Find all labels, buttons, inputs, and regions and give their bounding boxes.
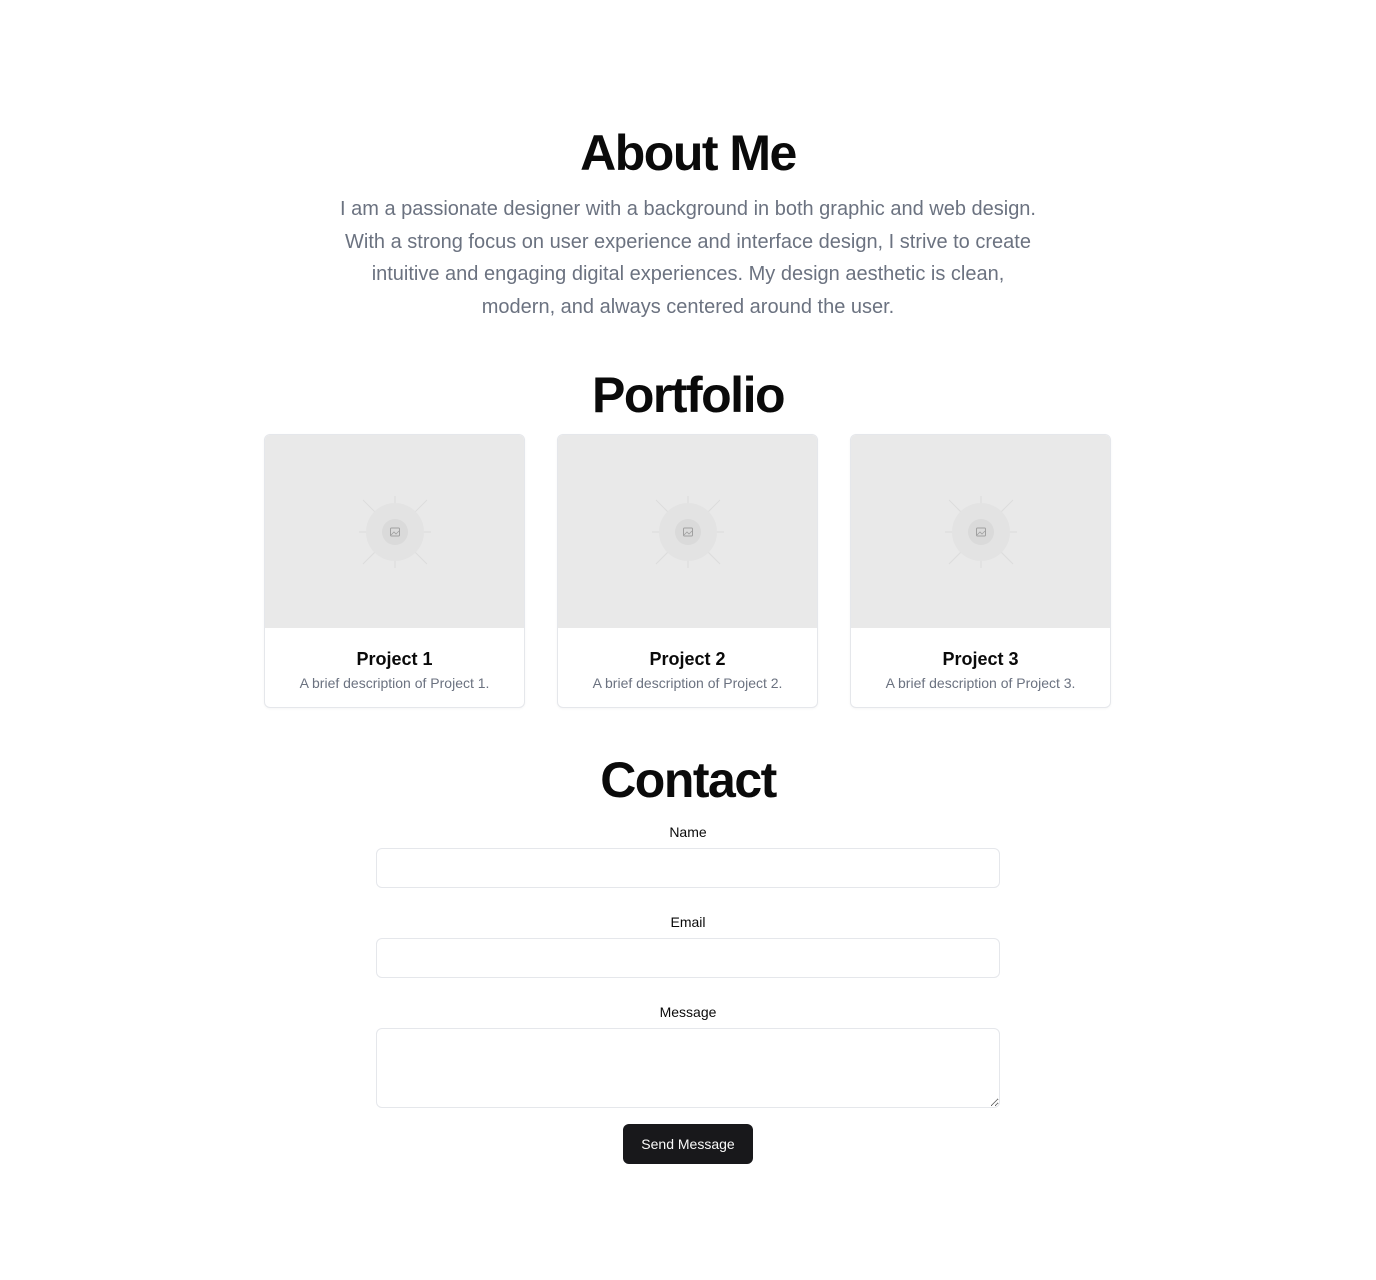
image-placeholder-icon [651,495,724,568]
project-description: A brief description of Project 2. [592,675,783,691]
image-placeholder-icon [358,495,431,568]
project-description: A brief description of Project 1. [299,675,490,691]
project-card-body: Project 2 A brief description of Project… [558,628,817,693]
contact-form: Name Email Message Send Message [376,822,1000,1164]
project-card[interactable]: Project 1 A brief description of Project… [264,434,525,708]
message-textarea[interactable] [376,1028,1000,1108]
project-description: A brief description of Project 3. [885,675,1076,691]
portfolio-grid: Project 1 A brief description of Project… [264,434,1112,708]
send-message-button[interactable]: Send Message [623,1124,753,1164]
name-label: Name [669,824,707,840]
project-title: Project 2 [649,649,726,669]
name-input[interactable] [376,848,1000,888]
project-image [558,435,817,628]
project-card[interactable]: Project 2 A brief description of Project… [557,434,818,708]
page: About Me I am a passionate designer with… [0,0,1376,1280]
message-label: Message [659,1004,717,1020]
image-placeholder-icon [944,495,1017,568]
project-card-body: Project 1 A brief description of Project… [265,628,524,693]
project-title: Project 3 [942,649,1019,669]
about-title: About Me [580,125,797,181]
project-card-body: Project 3 A brief description of Project… [851,628,1110,693]
project-title: Project 1 [356,649,433,669]
portfolio-title: Portfolio [591,367,786,423]
email-label: Email [670,914,706,930]
submit-wrap: Send Message [376,1124,1000,1164]
project-image [265,435,524,628]
email-input[interactable] [376,938,1000,978]
project-image [851,435,1110,628]
contact-title: Contact [600,752,777,808]
project-card[interactable]: Project 3 A brief description of Project… [850,434,1111,708]
about-text: I am a passionate designer with a backgr… [339,198,1036,318]
